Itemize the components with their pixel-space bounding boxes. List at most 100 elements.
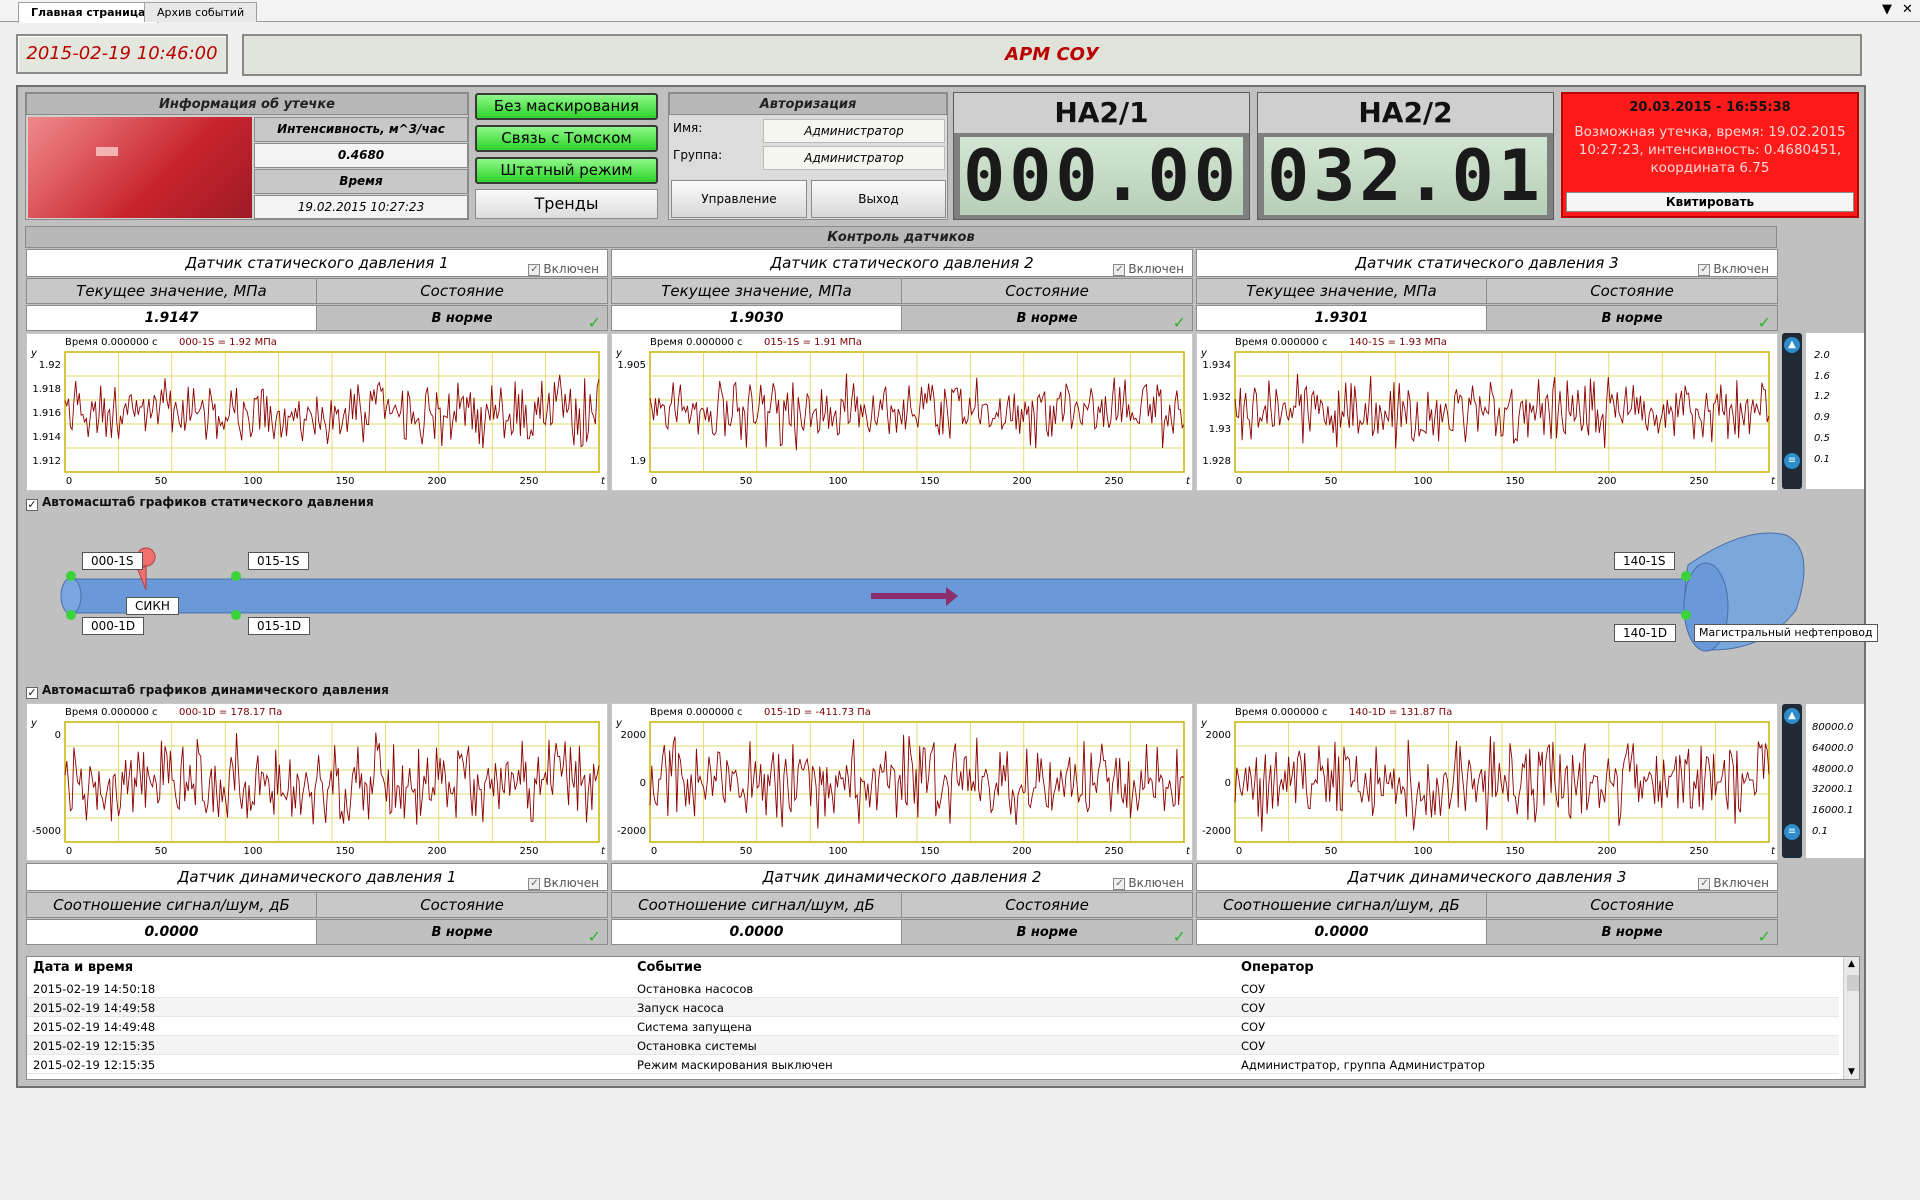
check-icon: ✓ (587, 927, 601, 946)
tab-main[interactable]: Главная страница (18, 2, 159, 23)
table-cell: СОУ (1241, 1001, 1266, 1015)
tab-event-archive[interactable]: Архив событий (144, 2, 258, 22)
dynamic-scale-ticks: 80000.0 64000.0 48000.0 32000.1 16000.1 … (1806, 704, 1864, 858)
group-value: Администратор (763, 146, 945, 170)
x-axis-label: t (601, 846, 606, 857)
sensor-name: Датчик статического давления 2 ✓ Включен (611, 249, 1193, 277)
manage-button[interactable]: Управление (671, 180, 807, 218)
value-header: Соотношение сигнал/шум, дБ (1196, 892, 1487, 918)
slider-up-icon[interactable]: ▲ (1784, 708, 1800, 724)
scroll-thumb[interactable] (1847, 975, 1859, 991)
scale-tick: 1.6 (1814, 371, 1830, 382)
slider-thumb-icon[interactable]: ≡ (1784, 824, 1800, 840)
y-axis-label: y (615, 348, 623, 359)
close-icon[interactable]: ✕ (1902, 2, 1913, 18)
sensor-dot (231, 571, 241, 581)
check-icon: ✓ (1172, 927, 1186, 946)
checkbox-icon[interactable]: ✓ (1113, 263, 1126, 276)
pump-1-label: НА2/1 (954, 93, 1249, 133)
pump-2-label: НА2/2 (1258, 93, 1553, 133)
table-row[interactable]: 2015-02-19 12:15:35 Остановка системы СОУ (27, 1036, 1839, 1055)
scale-tick: 2.0 (1814, 350, 1830, 361)
x-tick-label: 150 (1505, 846, 1524, 857)
scroll-down-icon[interactable]: ▼ (1848, 1067, 1855, 1077)
checkbox-icon[interactable]: ✓ (26, 687, 38, 699)
main-pipeline-label: Магистральный нефтепровод (1694, 624, 1878, 642)
y-axis-label: y (615, 718, 623, 729)
tomsk-link-button[interactable]: Связь с Томском (475, 125, 658, 152)
intensity-value: 0.4680 (254, 143, 468, 168)
x-tick-label: 100 (243, 476, 262, 487)
checkbox-icon[interactable]: ✓ (528, 877, 541, 890)
state-text: В норме (1601, 311, 1663, 326)
state-text: В норме (1601, 925, 1663, 940)
static-scale-ticks: 2.0 1.6 1.2 0.9 0.5 0.1 (1806, 333, 1864, 489)
x-tick-label: 50 (155, 846, 168, 857)
scale-tick: 0.5 (1814, 433, 1830, 444)
table-row[interactable]: 2015-02-19 14:49:48 Система запущена СОУ (27, 1017, 1839, 1036)
checkbox-icon[interactable]: ✓ (528, 263, 541, 276)
table-cell: Остановка системы (637, 1039, 757, 1053)
y-tick-label: -5000 (32, 826, 61, 837)
y-tick-label: 1.934 (1202, 360, 1231, 371)
table-row[interactable]: 2015-02-19 12:15:35 Режим маскирования вы… (27, 1055, 1839, 1074)
acknowledge-button[interactable]: Квитировать (1566, 192, 1854, 212)
slider-thumb-icon[interactable]: ≡ (1784, 453, 1800, 469)
x-tick-label: 0 (651, 476, 657, 487)
y-tick-label: 1.918 (32, 384, 61, 395)
name-value: Администратор (763, 119, 945, 143)
x-tick-label: 150 (335, 476, 354, 487)
auth-title: Авторизация (669, 93, 947, 115)
events-scrollbar[interactable]: ▲ ▼ (1843, 957, 1859, 1079)
chart-svg: Время 0.000000 с 140-1S = 1.93 МПа y1.934 1… (1200, 337, 1776, 487)
sensor-name: Датчик статического давления 3 ✓ Включен (1196, 249, 1778, 277)
trends-button[interactable]: Тренды (475, 189, 658, 219)
chart-reading-text: 000-1S = 1.92 МПа (179, 337, 277, 348)
state-header: Состояние (316, 278, 608, 304)
chart-time-text: Время 0.000000 с (65, 337, 158, 348)
scale-tick: 0.1 (1812, 826, 1828, 837)
checkbox-icon[interactable]: ✓ (1698, 263, 1711, 276)
sensor-chart: Время 0.000000 с 140-1S = 1.93 МПа y 1.934 1… (1196, 333, 1778, 491)
x-tick-label: 250 (519, 846, 538, 857)
slider-up-icon[interactable]: ▲ (1784, 337, 1800, 353)
table-cell: Администратор, группа Администратор (1241, 1058, 1485, 1072)
chart-svg: Время 0.000000 с 015-1D = -411.73 Паy2000… (615, 707, 1191, 857)
leak-indicator (28, 117, 252, 218)
scale-tick: 64000.0 (1812, 743, 1854, 754)
table-cell: 2015-02-19 14:50:18 (33, 982, 156, 996)
y-tick-label: 1.905 (617, 360, 646, 371)
table-row[interactable]: 2015-02-19 14:50:18 Остановка насосов СОУ (27, 979, 1839, 998)
checkbox-icon[interactable]: ✓ (1113, 877, 1126, 890)
no-masking-button[interactable]: Без маскирования (475, 93, 658, 120)
x-tick-label: 100 (828, 476, 847, 487)
x-tick-label: 200 (1597, 846, 1616, 857)
sensor-name: Датчик динамического давления 3 ✓ Включен (1196, 863, 1778, 891)
autoscale-static-checkbox[interactable]: ✓ Автомасштаб графиков статического давле… (26, 495, 374, 511)
chart-svg: Время 0.000000 с 015-1S = 1.91 МПа y1.905 1… (615, 337, 1191, 487)
alarm-message: Возможная утечка, время: 19.02.2015 10:2… (1574, 124, 1846, 176)
exit-button[interactable]: Выход (811, 180, 946, 218)
chart-svg: Время 0.000000 с 000-1D = 178.17 Па y 0 -500… (30, 707, 606, 857)
state-text: В норме (1016, 925, 1078, 940)
checkbox-icon[interactable]: ✓ (1698, 877, 1711, 890)
point-140-1D: 140-1D (1614, 624, 1677, 642)
chart-reading-text: 140-1S = 1.93 МПа (1349, 337, 1447, 348)
current-value: 0.0000 (611, 919, 902, 945)
sensor-control-title: Контроль датчиков (25, 226, 1777, 248)
dynamic-scale-slider[interactable]: ▲ ≡ (1782, 704, 1802, 858)
normal-mode-button[interactable]: Штатный режим (475, 157, 658, 184)
check-icon: ✓ (1172, 313, 1186, 332)
static-scale-slider[interactable]: ▲ ≡ (1782, 333, 1802, 489)
autoscale-dynamic-checkbox[interactable]: ✓ Автомасштаб графиков динамического давл… (26, 683, 389, 699)
autoscale-dynamic-label: Автомасштаб графиков динамического давле… (42, 683, 389, 697)
x-tick-label: 100 (243, 846, 262, 857)
y-tick-label: 1.92 (39, 360, 61, 371)
scale-tick: 48000.0 (1812, 764, 1854, 775)
scroll-up-icon[interactable]: ▲ (1848, 959, 1855, 969)
y-tick-label: 2000 (1206, 730, 1231, 741)
checkbox-icon[interactable]: ✓ (26, 499, 38, 511)
table-row[interactable]: 2015-02-19 14:49:58 Запуск насоса СОУ (27, 998, 1839, 1017)
intensity-label: Интенсивность, м^3/час (254, 117, 468, 142)
dropdown-icon[interactable]: ▼ (1882, 2, 1892, 18)
